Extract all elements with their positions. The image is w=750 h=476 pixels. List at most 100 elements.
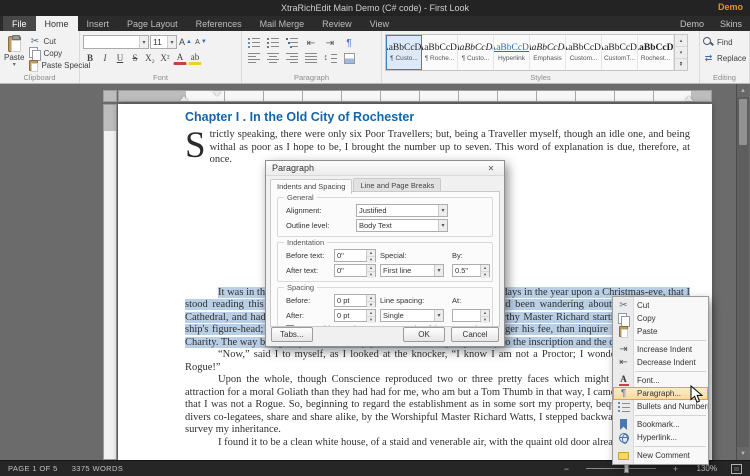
after-text-spinner[interactable]: 0"	[334, 264, 376, 278]
menu-item-decrease-indent[interactable]: Decrease Indent	[613, 356, 708, 369]
grow-font-button[interactable]: A ▲	[178, 35, 193, 49]
numbering-button[interactable]	[264, 35, 282, 49]
by-spinner[interactable]: 0.5"	[452, 264, 490, 278]
spin-down-icon[interactable]	[367, 272, 375, 278]
tab-file[interactable]: File	[3, 16, 36, 31]
spin-up-icon[interactable]	[367, 295, 375, 302]
style-item[interactable]: AaBbCcDd Rochest...	[638, 35, 674, 70]
menu-item-bookmark[interactable]: Bookmark...	[613, 418, 708, 431]
at-spin-buttons[interactable]	[480, 310, 489, 323]
font-name-combo[interactable]	[83, 35, 149, 49]
style-item[interactable]: AaBbCcDd Hyperlink	[494, 35, 530, 70]
find-button[interactable]: Find	[703, 35, 747, 49]
decrease-indent-button[interactable]	[302, 35, 320, 49]
by-spin-buttons[interactable]	[480, 265, 489, 278]
style-item[interactable]: AaBbCcDd Emphasis	[530, 35, 566, 70]
dialog-close-button[interactable]	[484, 162, 498, 174]
font-size-dropdown-arrow[interactable]	[167, 36, 176, 48]
increase-indent-button[interactable]	[321, 35, 339, 49]
scroll-up-button[interactable]	[737, 84, 749, 97]
line-spacing-dropdown[interactable]: Single	[380, 309, 444, 322]
spin-up-icon[interactable]	[367, 310, 375, 317]
menu-item-hyperlink[interactable]: Hyperlink...	[613, 431, 708, 444]
special-dropdown[interactable]: First line	[380, 264, 444, 277]
tab-references[interactable]: References	[187, 16, 251, 31]
spin-down-icon[interactable]	[481, 272, 489, 278]
after-text-spin-buttons[interactable]	[366, 265, 375, 278]
zoom-out-button[interactable]: −	[561, 463, 572, 474]
spacing-after-spin-buttons[interactable]	[366, 310, 375, 323]
highlight-color-button[interactable]: ab	[188, 52, 202, 65]
demo-button[interactable]: Demo	[672, 16, 712, 31]
before-text-spin-buttons[interactable]	[366, 250, 375, 263]
italic-button[interactable]: I	[98, 51, 112, 65]
paste-button[interactable]: Paste ▾	[3, 33, 25, 72]
fit-width-icon[interactable]	[731, 463, 742, 474]
gallery-down-button[interactable]	[675, 47, 687, 59]
tab-view[interactable]: View	[361, 16, 398, 31]
spin-down-icon[interactable]	[367, 317, 375, 323]
style-item[interactable]: AaBbCcDd ¶ Roche...	[422, 35, 458, 70]
alignment-dropdown-arrow[interactable]	[438, 205, 447, 216]
dialog-titlebar[interactable]: Paragraph	[266, 161, 504, 176]
font-name-dropdown-arrow[interactable]	[139, 36, 148, 48]
at-spinner[interactable]	[452, 309, 490, 323]
spin-down-icon[interactable]	[481, 317, 489, 323]
skins-button[interactable]: Skins	[712, 16, 750, 31]
spacing-after-spinner[interactable]: 0 pt	[334, 309, 376, 323]
word-count[interactable]: 3375 WORDS	[72, 464, 124, 473]
gallery-expand-button[interactable]	[675, 59, 687, 70]
tab-review[interactable]: Review	[313, 16, 361, 31]
page-indicator[interactable]: PAGE 1 OF 5	[8, 464, 58, 473]
multilevel-list-button[interactable]	[283, 35, 301, 49]
spin-down-icon[interactable]	[367, 302, 375, 308]
show-marks-button[interactable]	[340, 35, 358, 49]
bullets-button[interactable]	[245, 35, 263, 49]
spin-up-icon[interactable]	[367, 250, 375, 257]
zoom-percentage[interactable]: 130%	[695, 464, 717, 473]
style-item[interactable]: AaBbCcDd Custom...	[566, 35, 602, 70]
window-titlebar[interactable]: XtraRichEdit Main Demo (C# code) - First…	[0, 0, 750, 16]
tab-home[interactable]: Home	[35, 16, 78, 31]
ok-button[interactable]: OK	[403, 327, 445, 342]
tab-page-layout[interactable]: Page Layout	[118, 16, 187, 31]
special-dropdown-arrow[interactable]	[434, 265, 443, 276]
outline-level-dropdown-arrow[interactable]	[438, 220, 447, 231]
spin-up-icon[interactable]	[481, 310, 489, 317]
style-item[interactable]: AaBbCcDd CustomT...	[602, 35, 638, 70]
shrink-font-button[interactable]: A ▼	[194, 35, 208, 49]
shading-button[interactable]	[340, 51, 358, 65]
replace-button[interactable]: Replace	[703, 51, 747, 65]
font-color-button[interactable]: A	[173, 52, 187, 65]
style-item[interactable]: AaBbCcDd ¶ Custo...	[386, 35, 422, 70]
justify-button[interactable]	[302, 51, 320, 65]
vertical-scrollbar[interactable]	[736, 84, 749, 460]
tab-indents-and-spacing[interactable]: Indents and Spacing	[270, 179, 353, 194]
line-spacing-dropdown-arrow[interactable]	[434, 310, 443, 321]
outline-level-dropdown[interactable]: Body Text	[356, 219, 448, 232]
style-item[interactable]: AaBbCcDd ¶ Custo...	[458, 35, 494, 70]
bold-button[interactable]: B	[83, 51, 97, 65]
underline-button[interactable]: U	[113, 51, 127, 65]
spin-down-icon[interactable]	[367, 257, 375, 263]
superscript-button[interactable]: X²	[158, 51, 172, 65]
spacing-before-spin-buttons[interactable]	[366, 295, 375, 308]
menu-item-new-comment[interactable]: New Comment	[613, 449, 708, 462]
first-line-indent-marker[interactable]	[213, 91, 221, 96]
menu-item-increase-indent[interactable]: Increase Indent	[613, 343, 708, 356]
scrollbar-thumb[interactable]	[739, 99, 747, 145]
menu-item-paste[interactable]: Paste	[613, 325, 708, 338]
gallery-up-button[interactable]	[675, 35, 687, 47]
spin-up-icon[interactable]	[367, 265, 375, 272]
spin-up-icon[interactable]	[481, 265, 489, 272]
align-left-button[interactable]	[245, 51, 263, 65]
subscript-button[interactable]: X₂	[143, 51, 157, 65]
scroll-down-button[interactable]	[737, 447, 749, 460]
horizontal-ruler[interactable]	[118, 90, 712, 102]
cancel-button[interactable]: Cancel	[451, 327, 499, 342]
align-center-button[interactable]	[264, 51, 282, 65]
tab-mail-merge[interactable]: Mail Merge	[251, 16, 314, 31]
font-size-combo[interactable]: 11	[150, 35, 177, 49]
line-spacing-button[interactable]	[321, 51, 339, 65]
zoom-slider-thumb[interactable]	[624, 464, 629, 473]
